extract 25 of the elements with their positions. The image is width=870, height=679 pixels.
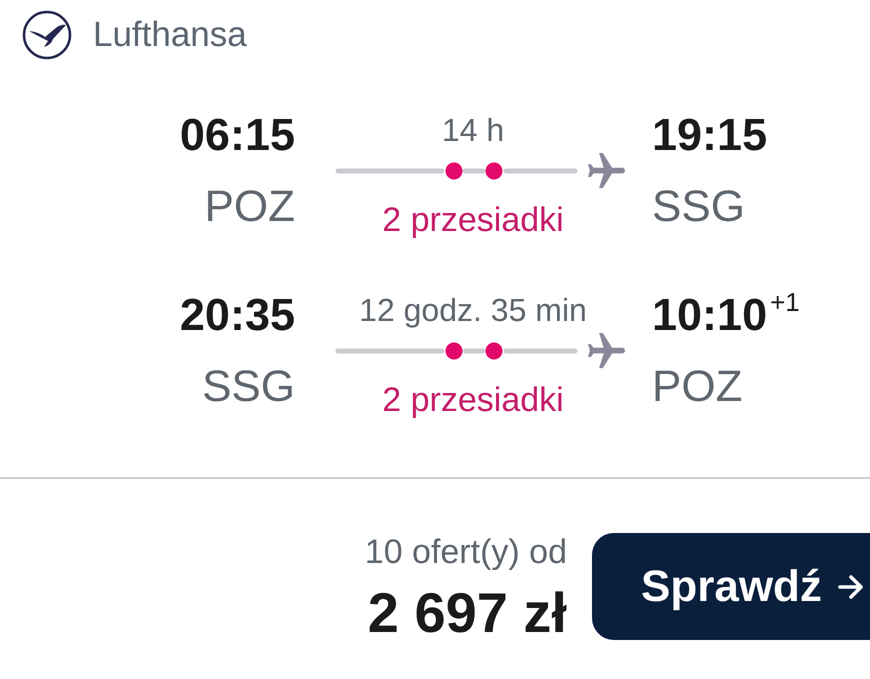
departure-airport: SSG xyxy=(202,363,295,411)
arrival-airport: POZ xyxy=(652,363,742,411)
arrival-time: 19:15 xyxy=(652,111,768,159)
airline-name: Lufthansa xyxy=(93,14,247,56)
stops-label: 2 przesiadki xyxy=(381,202,565,238)
departure-time: 06:15 xyxy=(180,111,295,159)
offer-count: 10 ofert(y) od xyxy=(364,533,567,571)
bird-logo-icon xyxy=(22,10,72,60)
check-button[interactable]: Sprawdź xyxy=(592,533,870,640)
airplane-icon xyxy=(588,332,625,370)
arrival-time: 10:10 xyxy=(652,291,768,339)
stop-dot-icon xyxy=(446,162,462,180)
arrow-right-icon xyxy=(838,574,864,600)
arrival-airport: SSG xyxy=(652,183,745,231)
stop-dot-icon xyxy=(446,342,462,360)
stops-label: 2 przesiadki xyxy=(381,382,565,418)
flight-duration: 12 godz. 35 min xyxy=(358,293,588,327)
flight-duration: 14 h xyxy=(440,113,506,147)
stop-dot-icon xyxy=(486,162,502,180)
stop-dot-icon xyxy=(486,342,502,360)
day-offset: +1 xyxy=(770,289,800,315)
airplane-icon xyxy=(588,152,625,190)
departure-time: 20:35 xyxy=(180,291,295,339)
price: 2 697 zł xyxy=(368,583,567,643)
departure-airport: POZ xyxy=(204,183,295,231)
